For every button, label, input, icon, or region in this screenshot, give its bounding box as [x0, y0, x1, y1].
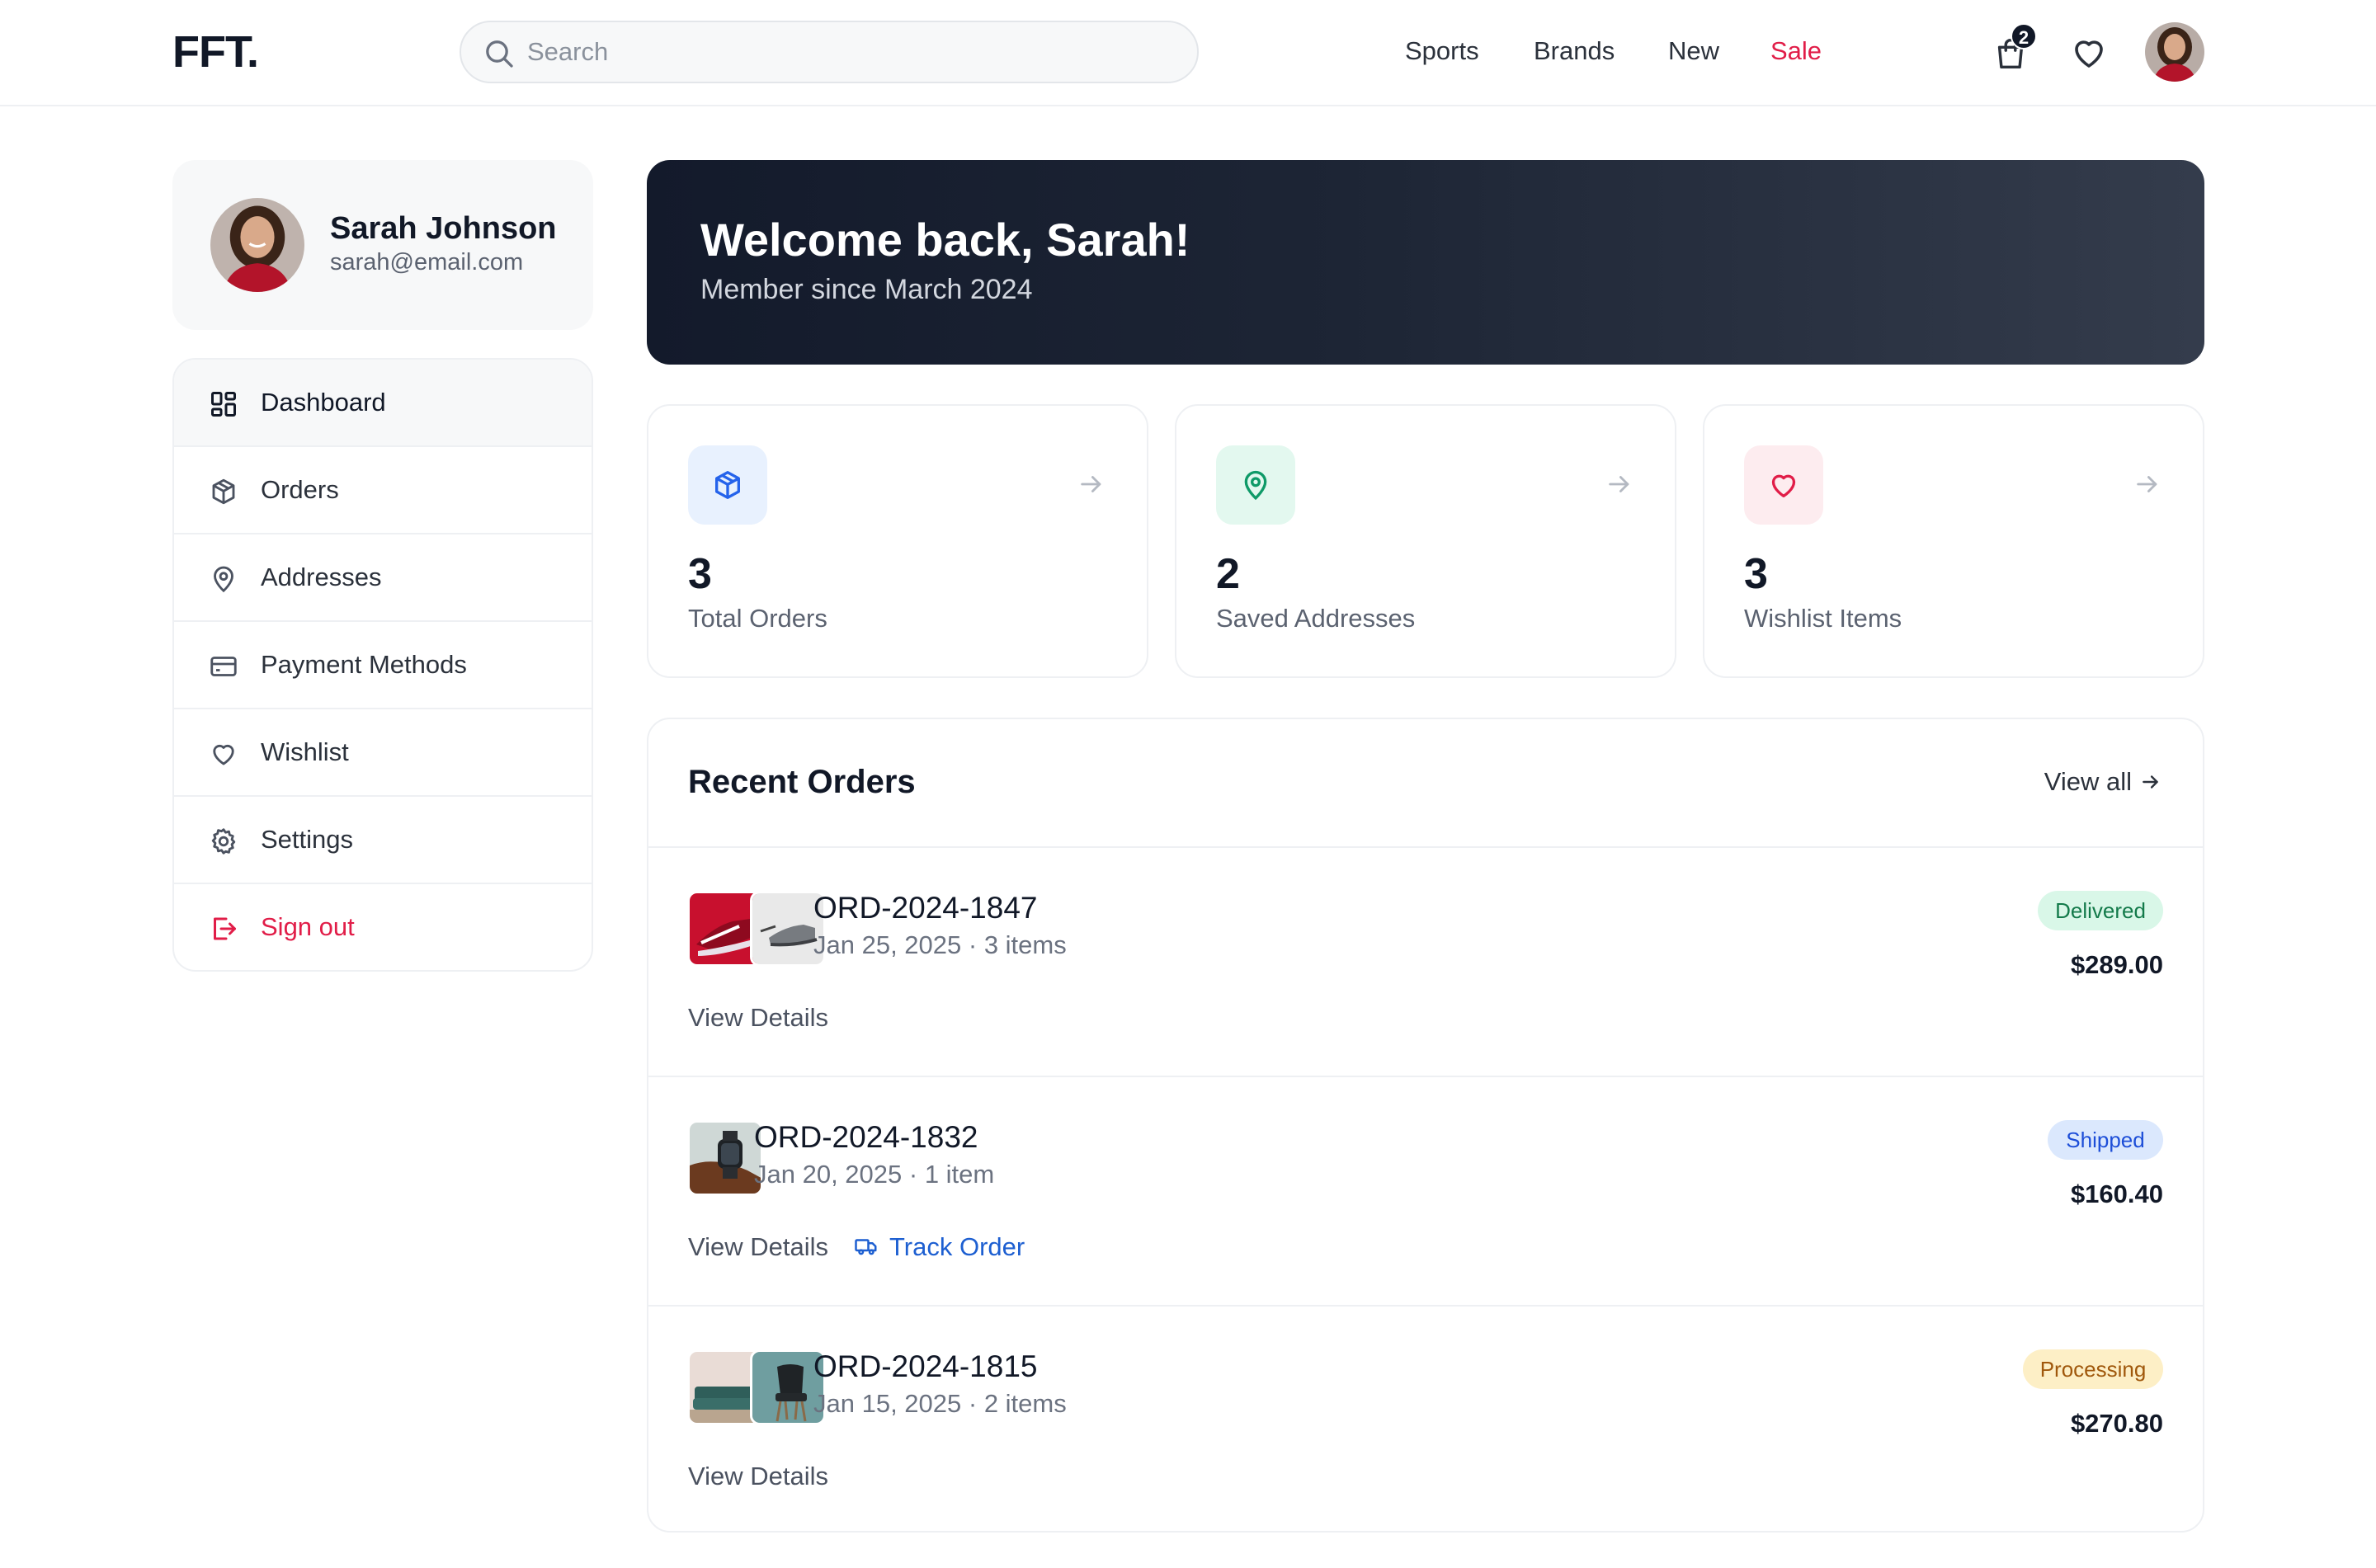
- order-id: ORD-2024-1815: [813, 1349, 1038, 1383]
- arrow-right-icon: [2137, 476, 2157, 492]
- nav-link-new[interactable]: New: [1668, 36, 1719, 66]
- sidebar-item-settings[interactable]: Settings: [174, 797, 592, 884]
- sidebar-item-label: Orders: [261, 475, 339, 504]
- recent-orders-title: Recent Orders: [688, 764, 916, 800]
- product-thumbnail: [687, 1120, 763, 1196]
- stat-card-saved-addresses[interactable]: 2 Saved Addresses: [1175, 404, 1676, 678]
- view-all-label: View all: [2044, 767, 2132, 796]
- view-all-link[interactable]: View all: [2044, 767, 2162, 797]
- box-icon: [715, 471, 740, 499]
- stat-card-wishlist-items[interactable]: 3 Wishlist Items: [1703, 404, 2204, 678]
- map-pin-icon: [214, 566, 233, 593]
- profile-avatar: [210, 198, 304, 292]
- dashboard-icon: [211, 392, 236, 417]
- stat-label: Saved Addresses: [1216, 604, 1416, 633]
- track-order-link[interactable]: Track Order: [853, 1232, 1025, 1262]
- sidebar-item-label: Settings: [261, 825, 354, 854]
- wishlist-button[interactable]: [2069, 33, 2109, 73]
- sidebar-item-label: Sign out: [261, 912, 355, 941]
- view-details-link[interactable]: View Details: [688, 1462, 828, 1491]
- search-input[interactable]: [527, 27, 1171, 77]
- order-meta: Jan 25, 2025 · 3 items: [813, 930, 1067, 959]
- view-details-link[interactable]: View Details: [688, 1232, 828, 1262]
- order-id: ORD-2024-1847: [813, 891, 1038, 925]
- credit-card-icon: [210, 657, 237, 676]
- heart-icon: [2075, 40, 2103, 68]
- sidebar-item-orders[interactable]: Orders: [174, 447, 592, 534]
- order-total: $160.40: [2070, 1180, 2163, 1208]
- profile-email: sarah@email.com: [330, 249, 524, 275]
- status-badge: Processing: [2023, 1349, 2163, 1389]
- view-details-link[interactable]: View Details: [688, 1003, 828, 1033]
- order-row: ORD-2024-1847 Jan 25, 2025 · 3 items Vie…: [648, 848, 2203, 1077]
- sidebar-item-label: Addresses: [261, 563, 382, 591]
- stat-label: Wishlist Items: [1744, 604, 1902, 633]
- search-bar[interactable]: [460, 21, 1199, 83]
- sidebar-item-label: Dashboard: [261, 388, 386, 417]
- sidebar-item-label: Payment Methods: [261, 650, 467, 679]
- welcome-title: Welcome back, Sarah!: [700, 214, 1190, 266]
- track-order-label: Track Order: [889, 1232, 1025, 1261]
- map-pin-icon: [1244, 470, 1267, 501]
- order-total: $289.00: [2070, 950, 2163, 979]
- stat-icon-badge: [1216, 445, 1295, 525]
- nav-link-sports[interactable]: Sports: [1405, 36, 1479, 66]
- arrow-right-icon: [1081, 476, 1101, 492]
- stat-icon-badge: [1744, 445, 1823, 525]
- smartwatch-image: [690, 1123, 761, 1194]
- sidebar-item-payment-methods[interactable]: Payment Methods: [174, 622, 592, 709]
- order-row: ORD-2024-1815 Jan 15, 2025 · 2 items Vie…: [648, 1307, 2203, 1531]
- truck-icon: [855, 1239, 877, 1255]
- sidebar-item-label: Wishlist: [261, 737, 349, 766]
- cart-count-badge: 2: [2011, 23, 2037, 49]
- search-icon: [486, 40, 513, 68]
- heart-icon: [1771, 474, 1796, 497]
- logo[interactable]: FFT.: [172, 26, 259, 78]
- stat-card-total-orders[interactable]: 3 Total Orders: [647, 404, 1148, 678]
- sign-out-icon: [214, 917, 236, 940]
- gear-icon: [211, 828, 236, 855]
- user-avatar[interactable]: [2145, 22, 2204, 82]
- profile-card: Sarah Johnson sarah@email.com: [172, 160, 593, 330]
- heart-icon: [213, 744, 234, 765]
- avatar-image: [2145, 22, 2204, 82]
- stat-value: 3: [688, 550, 712, 598]
- order-total: $270.80: [2070, 1409, 2163, 1438]
- recent-orders-header: Recent Orders View all: [648, 719, 2203, 848]
- arrow-right-icon: [2143, 775, 2158, 789]
- order-meta: Jan 20, 2025 · 1 item: [754, 1160, 995, 1189]
- avatar-image: [210, 198, 304, 292]
- order-meta: Jan 15, 2025 · 2 items: [813, 1389, 1067, 1418]
- status-badge: Shipped: [2048, 1120, 2163, 1160]
- sidebar-item-addresses[interactable]: Addresses: [174, 534, 592, 622]
- nav-link-sale[interactable]: Sale: [1770, 36, 1822, 66]
- sidebar-item-wishlist[interactable]: Wishlist: [174, 709, 592, 797]
- welcome-subtitle: Member since March 2024: [700, 274, 1033, 305]
- stat-label: Total Orders: [688, 604, 827, 633]
- top-navigation: FFT. Sports Brands New Sale 2: [0, 0, 2376, 106]
- account-sidebar: Dashboard Orders Addresses Payment Metho…: [172, 358, 593, 972]
- arrow-right-icon: [1609, 476, 1629, 492]
- order-row: ORD-2024-1832 Jan 20, 2025 · 1 item View…: [648, 1077, 2203, 1307]
- welcome-banner: Welcome back, Sarah! Member since March …: [647, 160, 2204, 365]
- sidebar-item-sign-out[interactable]: Sign out: [174, 884, 592, 970]
- nav-link-brands[interactable]: Brands: [1534, 36, 1615, 66]
- sidebar-item-dashboard[interactable]: Dashboard: [174, 360, 592, 447]
- recent-orders-panel: Recent Orders View all ORD-2024-1847 Jan…: [647, 718, 2204, 1533]
- status-badge: Delivered: [2038, 891, 2163, 930]
- stat-value: 3: [1744, 550, 1768, 598]
- order-id: ORD-2024-1832: [754, 1120, 978, 1154]
- profile-name: Sarah Johnson: [330, 211, 557, 246]
- box-icon: [212, 478, 235, 505]
- stat-value: 2: [1216, 550, 1240, 598]
- stat-icon-badge: [688, 445, 767, 525]
